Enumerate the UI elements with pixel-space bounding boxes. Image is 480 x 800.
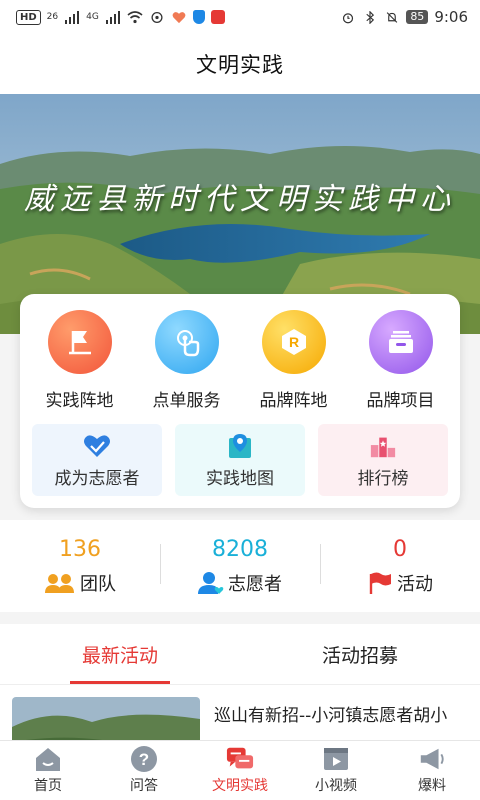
nav-qa[interactable]: ? 问答 xyxy=(96,741,192,800)
nav-label: 小视频 xyxy=(315,778,357,794)
quick-label: 排行榜 xyxy=(357,468,409,489)
leaderboard-button[interactable]: 排行榜 xyxy=(318,424,448,496)
signal-icon-2 xyxy=(105,10,120,24)
flag-icon xyxy=(369,572,391,594)
chat-bubbles-icon xyxy=(226,746,254,772)
stat-team[interactable]: 136 团队 xyxy=(0,520,160,612)
become-volunteer-button[interactable]: 成为志愿者 xyxy=(32,424,162,496)
func-practice-base[interactable]: 实践阵地 xyxy=(28,310,132,411)
practice-map-button[interactable]: 实践地图 xyxy=(175,424,305,496)
megaphone-icon xyxy=(418,746,446,772)
hd-indicator: HD xyxy=(16,9,41,25)
stats-bar: 136 团队 8208 志愿者 0 活动 xyxy=(0,520,480,612)
stat-activity[interactable]: 0 活动 xyxy=(320,520,480,612)
article-thumbnail xyxy=(12,697,200,740)
alarm-icon xyxy=(343,12,354,23)
func-label: 品牌项目 xyxy=(366,391,435,411)
svg-text:R: R xyxy=(288,334,298,350)
nav-label: 文明实践 xyxy=(212,778,268,794)
func-brand-project[interactable]: 品牌项目 xyxy=(349,310,453,411)
nav-home[interactable]: 首页 xyxy=(0,741,96,800)
stat-value: 136 xyxy=(59,536,101,562)
nav-label: 问答 xyxy=(130,778,158,794)
tab-latest-activities[interactable]: 最新活动 xyxy=(0,624,240,684)
banner-title: 威远县新时代文明实践中心 xyxy=(24,182,456,217)
nav-tip-off[interactable]: 爆料 xyxy=(384,741,480,800)
app-header: 文明实践 xyxy=(0,34,480,94)
question-icon: ? xyxy=(130,746,158,772)
archive-box-icon xyxy=(368,310,433,374)
func-label: 实践阵地 xyxy=(45,391,114,411)
podium-icon xyxy=(369,432,397,460)
nav-civilization-practice[interactable]: 文明实践 xyxy=(192,741,288,800)
tab-activity-recruitment[interactable]: 活动招募 xyxy=(240,624,480,684)
wifi-icon xyxy=(127,10,143,23)
signal-label-1: 26 xyxy=(46,12,59,22)
content-tabs: 最新活动 活动招募 xyxy=(0,624,480,684)
func-label: 点单服务 xyxy=(152,391,221,411)
bluetooth-icon xyxy=(366,10,375,24)
function-row: 实践阵地 点单服务 R 品牌阵地 品牌项目 xyxy=(20,310,460,411)
list-item[interactable]: 巡山有新招--小河镇志愿者胡小 xyxy=(0,684,480,740)
nav-label: 爆料 xyxy=(418,778,446,794)
home-icon xyxy=(34,746,62,772)
bottom-nav: 首页 ? 问答 文明实践 小视频 爆料 xyxy=(0,740,480,800)
mute-icon xyxy=(387,11,398,23)
brand-r-icon: R xyxy=(261,310,326,374)
team-icon xyxy=(45,573,74,593)
app-notification-icon xyxy=(210,10,225,24)
map-pin-icon xyxy=(226,432,254,460)
page-title: 文明实践 xyxy=(196,53,284,77)
tap-hand-icon xyxy=(154,310,219,374)
func-label: 品牌阵地 xyxy=(259,391,328,411)
battery-level: 85 xyxy=(406,10,429,24)
stat-label: 活动 xyxy=(397,573,433,595)
status-time: 9:06 xyxy=(434,8,468,26)
nav-label: 首页 xyxy=(34,778,62,794)
quick-link-row: 成为志愿者 实践地图 排行榜 xyxy=(32,424,448,496)
stat-value: 8208 xyxy=(212,536,268,562)
flag-icon xyxy=(47,310,112,374)
svg-text:?: ? xyxy=(139,750,149,769)
quick-label: 实践地图 xyxy=(206,468,274,489)
heart-hands-icon xyxy=(83,432,111,460)
swirl-icon xyxy=(151,11,163,23)
health-icon xyxy=(172,11,186,23)
volunteer-icon xyxy=(198,571,224,594)
quick-label: 成为志愿者 xyxy=(54,468,140,489)
func-order-service[interactable]: 点单服务 xyxy=(135,310,239,411)
function-card: 实践阵地 点单服务 R 品牌阵地 品牌项目 成为志愿者 实践地图 排行榜 xyxy=(20,294,460,508)
stat-value: 0 xyxy=(393,536,407,562)
stat-volunteer[interactable]: 8208 志愿者 xyxy=(160,520,320,612)
func-brand-base[interactable]: R 品牌阵地 xyxy=(242,310,346,411)
stat-label: 志愿者 xyxy=(228,573,282,595)
signal-icon xyxy=(65,10,80,24)
status-bar: HD 26 4G 85 9:06 xyxy=(0,0,480,34)
stat-label: 团队 xyxy=(80,573,116,595)
shield-icon xyxy=(192,10,205,24)
video-icon xyxy=(322,746,350,772)
nav-short-video[interactable]: 小视频 xyxy=(288,741,384,800)
signal-label-2: 4G xyxy=(86,12,99,22)
article-title: 巡山有新招--小河镇志愿者胡小 xyxy=(214,706,448,726)
